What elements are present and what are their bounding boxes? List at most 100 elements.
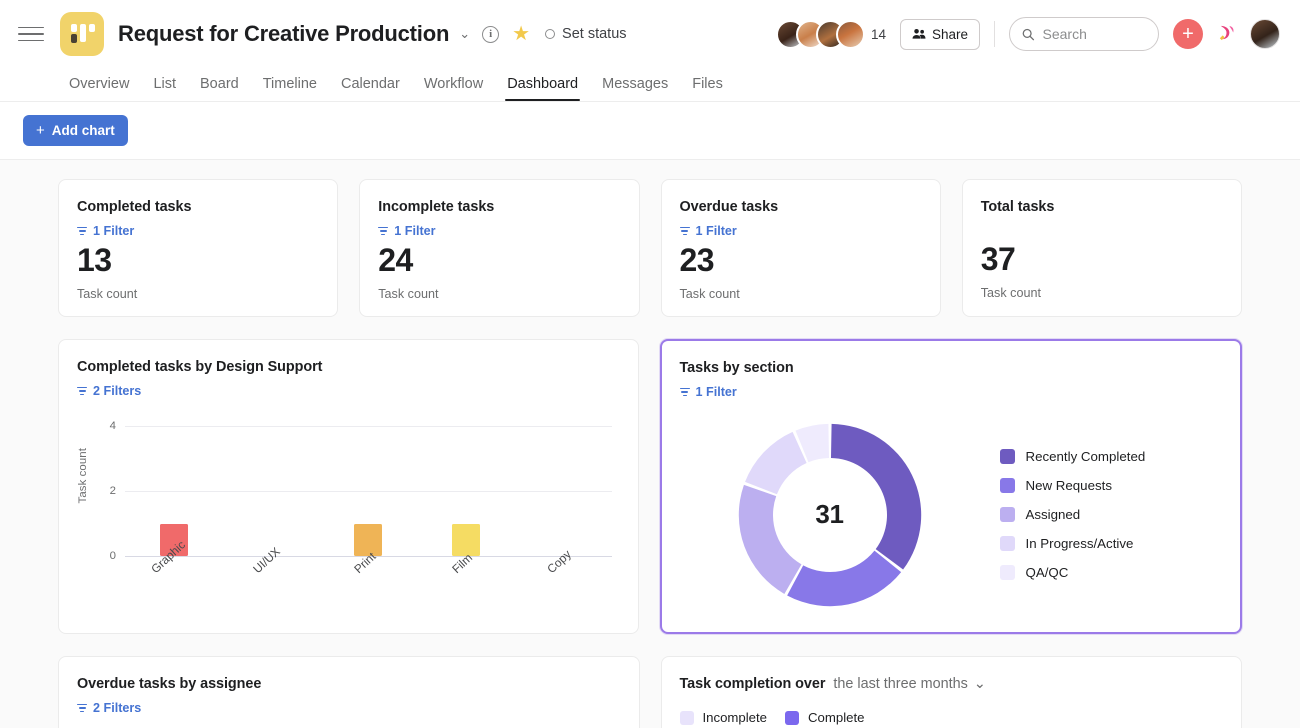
top-bar-right: 14 Share + xyxy=(775,17,1280,51)
x-axis-labels: Graphic UI/UX Print Film Copy xyxy=(125,538,612,578)
add-chart-button[interactable]: + Add chart xyxy=(23,115,128,146)
search-icon xyxy=(1022,28,1035,40)
metric-card-overdue-tasks[interactable]: Overdue tasks 1 Filter 23 Task count xyxy=(660,179,941,317)
donut-segment[interactable] xyxy=(830,423,921,570)
donut-center-value: 31 xyxy=(815,499,844,529)
donut-chart: 31 Recently Completed New Requests Assig… xyxy=(680,407,1223,622)
hamburger-icon[interactable] xyxy=(18,21,44,47)
filter-label: 1 Filter xyxy=(695,224,737,238)
charts-row: Completed tasks by Design Support 2 Filt… xyxy=(58,339,1242,634)
legend-label: New Requests xyxy=(1025,478,1112,493)
card-title: Completed tasks xyxy=(77,199,192,215)
tab-messages[interactable]: Messages xyxy=(590,76,680,101)
tab-workflow[interactable]: Workflow xyxy=(412,76,495,101)
tab-list[interactable]: List xyxy=(141,76,188,101)
donut-segment[interactable] xyxy=(738,484,801,594)
bar-column-print[interactable] xyxy=(320,426,417,556)
legend-label: Incomplete xyxy=(702,710,768,725)
y-axis-label: Task count xyxy=(77,448,89,504)
legend-label: Recently Completed xyxy=(1025,449,1146,464)
legend-swatch xyxy=(679,710,694,725)
metric-card-total-tasks[interactable]: Total tasks 37 Task count xyxy=(961,179,1242,317)
tab-timeline[interactable]: Timeline xyxy=(251,76,329,101)
legend-item-new-requests[interactable]: New Requests xyxy=(999,478,1146,493)
tab-files[interactable]: Files xyxy=(680,76,735,101)
filter-button[interactable]: 1 Filter xyxy=(378,224,620,238)
share-button[interactable]: Share xyxy=(899,18,980,50)
completion-legend: Incomplete Complete xyxy=(679,710,1224,725)
chevron-down-icon[interactable]: ⌄ xyxy=(459,26,470,42)
bird-icon[interactable] xyxy=(1217,23,1236,46)
card-title: Task completion over xyxy=(679,676,826,692)
metric-value: 13 xyxy=(77,242,112,278)
donut-legend: Recently Completed New Requests Assigned… xyxy=(980,449,1146,580)
x-tick: Copy xyxy=(514,547,611,578)
filter-button[interactable]: 1 Filter xyxy=(679,224,922,238)
bar-series xyxy=(125,426,612,556)
share-label: Share xyxy=(931,26,968,42)
dashboard-canvas: Completed tasks 1 Filter 13 Task count I… xyxy=(0,160,1300,728)
legend-label: Complete xyxy=(808,710,865,725)
legend-label: In Progress/Active xyxy=(1025,536,1134,551)
tab-calendar[interactable]: Calendar xyxy=(329,76,412,101)
bar-column-film[interactable] xyxy=(417,426,514,556)
legend-item-qa-qc[interactable]: QA/QC xyxy=(999,565,1146,580)
chart-card-overdue-by-assignee[interactable]: Overdue tasks by assignee 2 Filters xyxy=(58,656,640,728)
filter-icon xyxy=(77,386,87,396)
bar-column-graphic[interactable] xyxy=(125,426,222,556)
metric-card-completed-tasks[interactable]: Completed tasks 1 Filter 13 Task count xyxy=(58,179,339,317)
avatar[interactable] xyxy=(835,19,865,49)
legend-swatch xyxy=(785,710,800,725)
filter-button[interactable]: 2 Filters xyxy=(77,384,620,398)
filter-label: 1 Filter xyxy=(394,224,436,238)
card-title: Overdue tasks by assignee xyxy=(77,676,262,692)
search-box[interactable] xyxy=(1009,17,1159,51)
card-title: Incomplete tasks xyxy=(378,199,495,215)
filter-label: 2 Filters xyxy=(93,384,142,398)
filter-button[interactable]: 1 Filter xyxy=(77,224,319,238)
page-title: Request for Creative Production xyxy=(118,21,450,46)
bar-column-copy[interactable] xyxy=(514,426,611,556)
card-title: Tasks by section xyxy=(679,360,794,376)
donut-segment[interactable] xyxy=(744,431,807,494)
legend-swatch xyxy=(999,507,1015,522)
tab-dashboard[interactable]: Dashboard xyxy=(495,76,590,102)
legend-swatch xyxy=(999,565,1015,580)
card-title: Completed tasks by Design Support xyxy=(77,359,323,375)
metric-card-incomplete-tasks[interactable]: Incomplete tasks 1 Filter 24 Task count xyxy=(359,179,640,317)
legend-item-recently-completed[interactable]: Recently Completed xyxy=(999,449,1146,464)
filter-button[interactable]: 2 Filters xyxy=(77,701,621,715)
metric-sublabel: Task count xyxy=(77,286,138,301)
user-avatar[interactable] xyxy=(1250,19,1280,49)
chart-card-task-completion-over-time[interactable]: Task completion over the last three mont… xyxy=(660,656,1242,728)
time-range-dropdown[interactable]: the last three months ⌄ xyxy=(833,676,985,692)
tab-overview[interactable]: Overview xyxy=(57,76,141,101)
chart-card-tasks-by-section[interactable]: Tasks by section 1 Filter 31 Recently Co… xyxy=(659,339,1242,634)
search-input[interactable] xyxy=(1042,26,1146,42)
chevron-down-icon: ⌄ xyxy=(973,676,986,692)
project-board-icon[interactable] xyxy=(60,12,104,56)
legend-item-incomplete[interactable]: Incomplete xyxy=(679,710,768,725)
set-status-button[interactable]: Set status xyxy=(545,26,627,42)
card-title: Total tasks xyxy=(980,199,1055,215)
completion-header: Task completion over the last three mont… xyxy=(680,676,1224,692)
people-icon xyxy=(912,29,926,39)
metric-value: 37 xyxy=(980,241,1016,277)
star-icon[interactable]: ★ xyxy=(512,24,530,44)
legend-item-complete[interactable]: Complete xyxy=(785,710,864,725)
member-avatars[interactable]: 14 xyxy=(775,19,886,49)
info-icon[interactable]: i xyxy=(482,25,500,43)
tab-board[interactable]: Board xyxy=(188,76,251,101)
donut-segment[interactable] xyxy=(786,550,901,606)
filter-button[interactable]: 1 Filter xyxy=(679,385,1223,399)
card-title: Overdue tasks xyxy=(679,199,779,215)
legend-swatch xyxy=(999,536,1015,551)
bar-column-uiux[interactable] xyxy=(222,426,319,556)
filter-icon xyxy=(679,226,690,236)
legend-item-in-progress-active[interactable]: In Progress/Active xyxy=(999,536,1146,551)
donut-graphic: 31 xyxy=(680,420,980,610)
chart-card-completed-by-design-support[interactable]: Completed tasks by Design Support 2 Filt… xyxy=(58,339,639,634)
legend-item-assigned[interactable]: Assigned xyxy=(999,507,1146,522)
create-button[interactable]: + xyxy=(1173,19,1203,49)
y-tick: 2 xyxy=(109,485,116,497)
